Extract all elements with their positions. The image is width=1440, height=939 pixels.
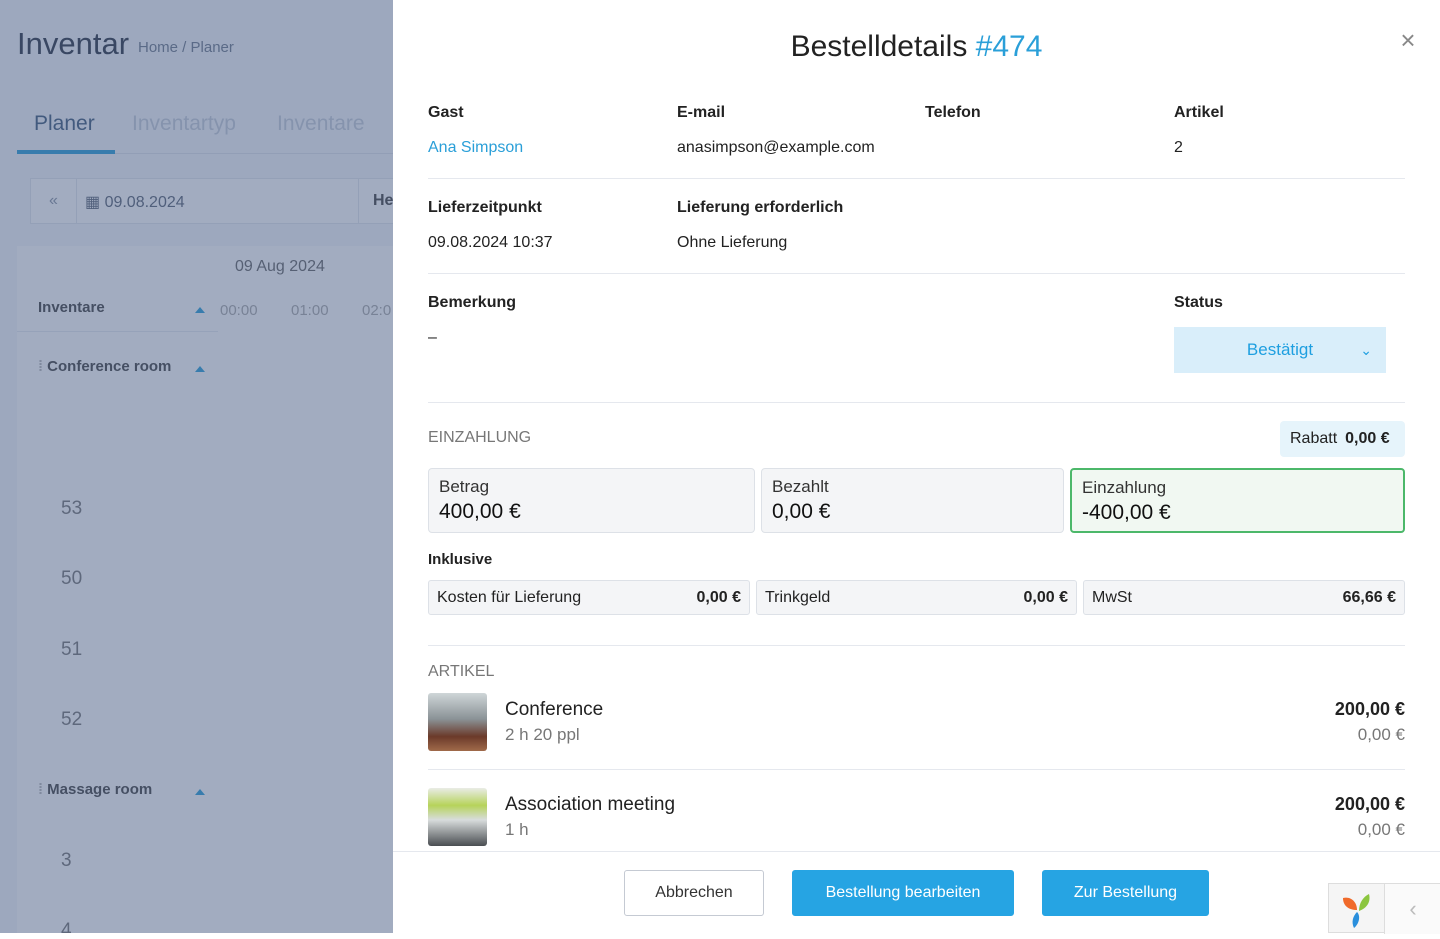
vat: MwSt 66,66 € (1083, 580, 1405, 615)
article-details: 2 h 20 ppl (505, 725, 580, 744)
chevron-left-icon[interactable]: ‹ (1385, 884, 1440, 934)
edit-order-button[interactable]: Bestellung bearbeiten (792, 870, 1014, 916)
delivery-required-value: Ohne Lieferung (677, 234, 788, 251)
close-icon[interactable]: × (1397, 27, 1419, 53)
divider (428, 769, 1405, 770)
meeting-thumbnail (428, 788, 487, 846)
divider (428, 645, 1405, 646)
guest-link[interactable]: Ana Simpson (428, 139, 523, 157)
article-name: Association meeting (505, 794, 676, 815)
background-page: Inventar Home / Planer Planer Inventarty… (0, 0, 393, 933)
inclusive-label: Inklusive (428, 551, 493, 568)
delivery-time-label: Lieferzeitpunkt (428, 199, 542, 216)
conference-thumbnail (428, 693, 487, 751)
article-details: 1 h (505, 820, 529, 839)
debug-toolbar: ‹ (1328, 883, 1440, 934)
divider (428, 178, 1405, 179)
phone-label: Telefon (925, 104, 981, 121)
status-dropdown[interactable]: Bestätigt ⌄ (1174, 327, 1386, 373)
note-label: Bemerkung (428, 294, 517, 311)
yii-logo-icon[interactable] (1329, 884, 1385, 934)
articles-section-title: ARTIKEL (428, 663, 495, 680)
modal-backdrop[interactable] (0, 0, 393, 933)
delivery-time-value: 09.08.2024 10:37 (428, 234, 553, 251)
modal-title: Bestelldetails #474 (790, 30, 1043, 63)
article-price: 200,00 € (1334, 699, 1405, 719)
guest-label: Gast (428, 104, 464, 121)
divider (428, 402, 1405, 403)
payment-section-title: EINZAHLUNG (428, 429, 532, 446)
discount-badge: Rabatt 0,00 € (1280, 421, 1405, 457)
tip: Trinkgeld 0,00 € (756, 580, 1077, 615)
divider (428, 273, 1405, 274)
order-details-modal: Bestelldetails #474 × Gast Ana Simpson E… (393, 0, 1440, 933)
delivery-required-label: Lieferung erforderlich (677, 199, 844, 216)
email-value: anasimpson@example.com (677, 139, 875, 156)
items-label: Artikel (1174, 104, 1224, 121)
article-extra: 0,00 € (1357, 820, 1405, 839)
amount-box: Betrag 400,00 € (428, 468, 755, 533)
email-label: E-mail (677, 104, 726, 121)
article-price: 200,00 € (1334, 794, 1405, 814)
items-value: 2 (1174, 139, 1183, 156)
article-extra: 0,00 € (1357, 725, 1405, 744)
paid-box: Bezahlt 0,00 € (761, 468, 1064, 533)
modal-footer: Abbrechen Bestellung bearbeiten Zur Best… (393, 851, 1440, 933)
deposit-box: Einzahlung -400,00 € (1070, 468, 1405, 533)
delivery-cost: Kosten für Lieferung 0,00 € (428, 580, 750, 615)
go-to-order-button[interactable]: Zur Bestellung (1042, 870, 1209, 916)
cancel-button[interactable]: Abbrechen (624, 870, 764, 916)
article-name: Conference (505, 699, 604, 720)
chevron-down-icon: ⌄ (1360, 342, 1372, 358)
note-value: – (428, 329, 437, 346)
status-label: Status (1174, 294, 1223, 311)
